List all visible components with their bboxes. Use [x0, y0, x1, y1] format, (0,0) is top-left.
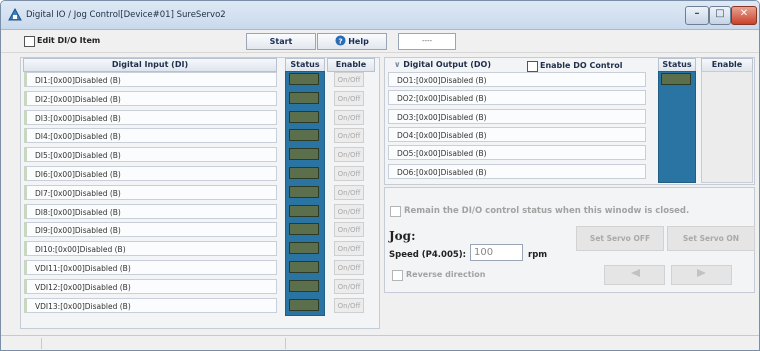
- maximize-button[interactable]: □: [709, 6, 731, 25]
- di-item: VDI12:[0x00]Disabled (B): [24, 278, 277, 294]
- di-status-led: [289, 204, 319, 217]
- help-button[interactable]: ? Help: [317, 33, 387, 50]
- di-status-led: [289, 129, 319, 142]
- status-bar-divider: [41, 338, 42, 349]
- jog-forward-button[interactable]: [671, 265, 732, 285]
- title-bar: Digital IO / Jog Control[Device#01] Sure…: [1, 1, 759, 30]
- di-item: DI5:[0x00]Disabled (B): [24, 147, 277, 163]
- do-item: DO5:[0x00]Disabled (B): [388, 145, 646, 161]
- di-item: DI2:[0x00]Disabled (B): [24, 90, 277, 106]
- di-item: VDI11:[0x00]Disabled (B): [24, 260, 277, 275]
- di-item: VDI13:[0x00]Disabled (B): [24, 297, 277, 313]
- di-status-led: [289, 279, 319, 292]
- toolbar: Edit DI/O Item Start ? Help ----: [1, 30, 759, 53]
- close-icon: ✕: [739, 8, 749, 19]
- do-item: DO2:[0x00]Disabled (B): [388, 90, 646, 106]
- di-onoff-button[interactable]: On/Off: [334, 222, 364, 238]
- status-bar: [1, 335, 759, 350]
- di-onoff-button[interactable]: On/Off: [334, 90, 364, 106]
- di-onoff-button[interactable]: On/Off: [334, 260, 364, 275]
- remain-status-checkbox[interactable]: [390, 206, 401, 217]
- di-onoff-button[interactable]: On/Off: [334, 166, 364, 181]
- di-onoff-button[interactable]: On/Off: [334, 147, 364, 163]
- help-label: Help: [348, 37, 369, 46]
- do-header: ∨ Digital Output (DO): [394, 60, 492, 69]
- di-enable-header: Enable: [327, 58, 375, 72]
- di-status-led: [289, 261, 319, 273]
- di-item: DI9:[0x00]Disabled (B): [24, 222, 277, 238]
- status-field: ----: [398, 33, 456, 50]
- di-status-led: [289, 110, 319, 123]
- do-item: DO3:[0x00]Disabled (B): [388, 108, 646, 124]
- arrow-left-icon: [630, 269, 640, 277]
- remain-status-label: Remain the DI/O control status when this…: [404, 206, 690, 216]
- help-icon: ?: [335, 35, 346, 46]
- minimize-button[interactable]: –: [685, 6, 709, 25]
- do-enable-header: Enable: [701, 58, 753, 72]
- di-item: DI7:[0x00]Disabled (B): [24, 184, 277, 200]
- di-item: DI8:[0x00]Disabled (B): [24, 203, 277, 219]
- di-onoff-button[interactable]: On/Off: [334, 128, 364, 144]
- reverse-direction-label: Reverse direction: [406, 270, 486, 279]
- do-item: DO6:[0x00]Disabled (B): [388, 163, 646, 179]
- do-status-column: [658, 71, 696, 183]
- di-item: DI4:[0x00]Disabled (B): [24, 128, 277, 144]
- di-status-led: [289, 242, 319, 255]
- set-servo-on-button[interactable]: Set Servo ON: [667, 226, 755, 251]
- enable-do-control-checkbox[interactable]: [527, 61, 538, 72]
- status-bar-divider: [285, 338, 286, 349]
- di-onoff-button[interactable]: On/Off: [334, 203, 364, 219]
- di-status-led: [289, 185, 319, 198]
- do-status-led: [661, 73, 691, 85]
- di-onoff-button[interactable]: On/Off: [334, 109, 364, 125]
- di-status-led: [289, 298, 319, 311]
- jog-title: Jog:: [389, 229, 416, 243]
- di-status-header: Status: [285, 58, 325, 72]
- di-item: DI1:[0x00]Disabled (B): [24, 72, 277, 87]
- start-button[interactable]: Start: [246, 33, 316, 50]
- di-status-led: [289, 91, 319, 104]
- arrow-right-icon: [696, 269, 706, 277]
- app-icon: [8, 8, 22, 21]
- di-item: DI6:[0x00]Disabled (B): [24, 166, 277, 181]
- app-window: Digital IO / Jog Control[Device#01] Sure…: [0, 0, 760, 351]
- di-onoff-button[interactable]: On/Off: [334, 241, 364, 257]
- minimize-icon: –: [694, 8, 700, 19]
- do-item: DO1:[0x00]Disabled (B): [388, 72, 646, 87]
- do-enable-column: [701, 71, 753, 183]
- close-button[interactable]: ✕: [731, 6, 757, 25]
- edit-dio-label: Edit DI/O Item: [37, 36, 101, 45]
- do-header-label: Digital Output (DO): [403, 60, 492, 69]
- window-title: Digital IO / Jog Control[Device#01] Sure…: [26, 10, 226, 20]
- di-status-led: [289, 167, 319, 179]
- do-status-header: Status: [658, 58, 696, 72]
- di-onoff-button[interactable]: On/Off: [334, 278, 364, 294]
- reverse-direction-checkbox[interactable]: [392, 270, 403, 281]
- do-item: DO4:[0x00]Disabled (B): [388, 126, 646, 142]
- svg-text:?: ?: [339, 36, 343, 45]
- maximize-icon: □: [715, 8, 725, 19]
- di-header: Digital Input (DI): [23, 58, 277, 72]
- di-status-led: [289, 73, 319, 85]
- enable-do-control-label: Enable DO Control: [540, 61, 623, 70]
- di-item: DI3:[0x00]Disabled (B): [24, 109, 277, 125]
- di-status-led: [289, 223, 319, 236]
- edit-dio-checkbox[interactable]: [24, 36, 35, 47]
- speed-input[interactable]: [470, 244, 523, 261]
- di-status-led: [289, 148, 319, 161]
- rpm-unit: rpm: [528, 250, 548, 260]
- jog-reverse-button[interactable]: [604, 265, 665, 285]
- di-item: DI10:[0x00]Disabled (B): [24, 241, 277, 257]
- di-onoff-button[interactable]: On/Off: [334, 297, 364, 313]
- di-onoff-button[interactable]: On/Off: [334, 72, 364, 87]
- di-onoff-button[interactable]: On/Off: [334, 184, 364, 200]
- set-servo-off-button[interactable]: Set Servo OFF: [576, 226, 664, 251]
- speed-label: Speed (P4.005):: [389, 250, 467, 260]
